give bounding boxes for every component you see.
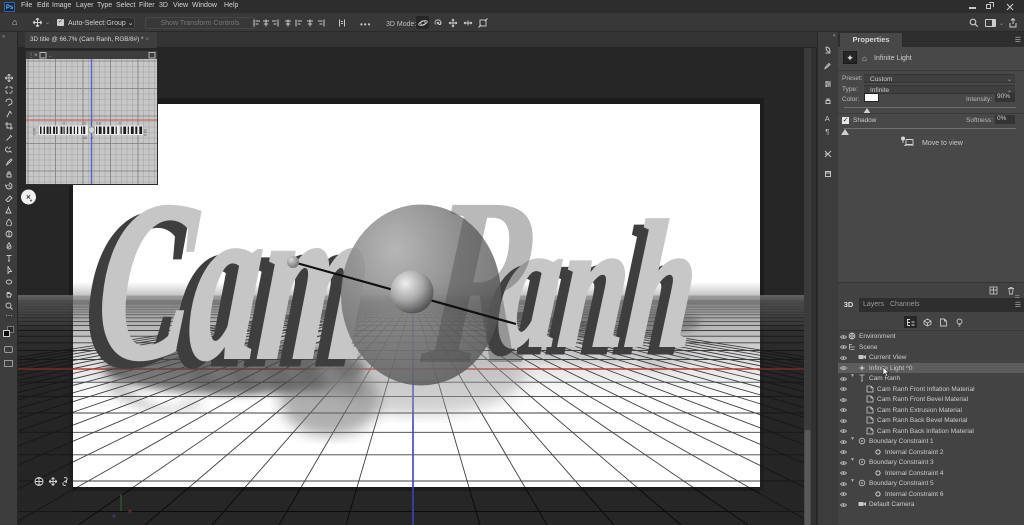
svg-text:10: 10 <box>82 122 86 126</box>
svg-text:0.6: 0.6 <box>96 122 101 126</box>
svg-text:⋮×: ⋮× <box>28 53 38 59</box>
svg-text:-0: -0 <box>118 122 121 126</box>
svg-text:-3.00: -3.00 <box>33 128 37 136</box>
svg-text:⌄: ⌄ <box>48 53 52 59</box>
svg-text:-2: -2 <box>89 122 92 126</box>
svg-text:-5: -5 <box>62 122 65 126</box>
svg-text:Cam: Cam <box>90 155 381 407</box>
svg-text:-10: -10 <box>82 136 87 140</box>
svg-text:-2: -2 <box>90 136 93 140</box>
svg-text:¶: ¶ <box>825 127 829 135</box>
svg-text:A: A <box>825 114 830 122</box>
svg-text:0.50: 0.50 <box>144 129 148 136</box>
